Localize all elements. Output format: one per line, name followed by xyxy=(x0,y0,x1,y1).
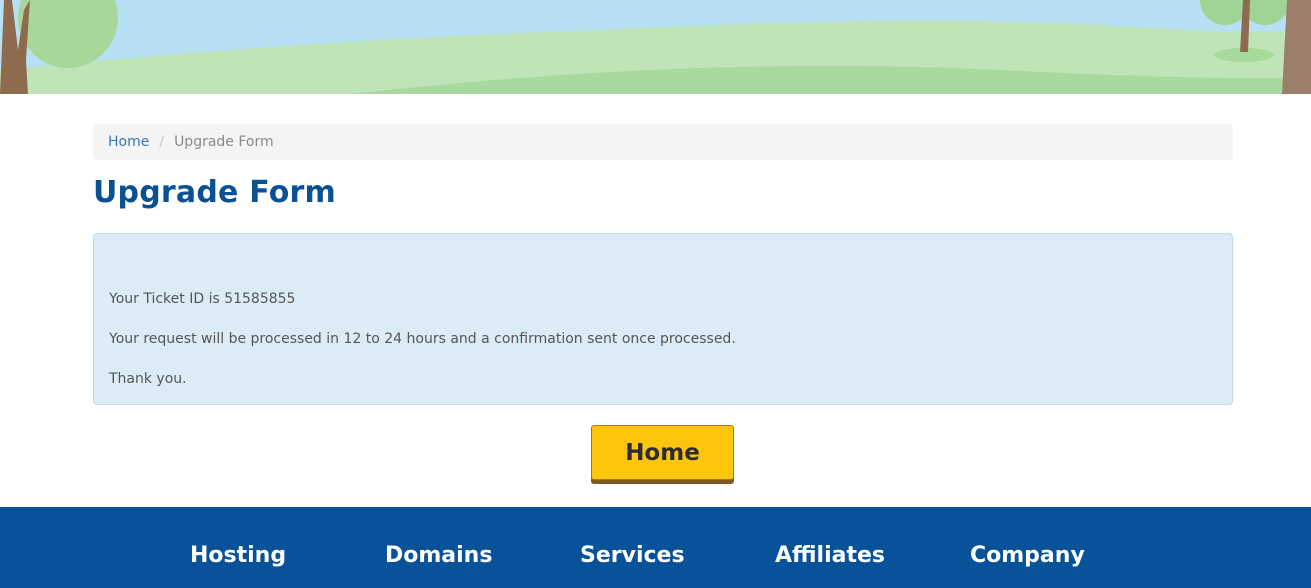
footer-nav: Hosting Domains Services Affiliates Comp… xyxy=(0,543,1311,573)
page-title: Upgrade Form xyxy=(93,175,336,210)
footer-nav-hosting[interactable]: Hosting xyxy=(190,543,286,568)
footer-nav-domains[interactable]: Domains xyxy=(385,543,492,568)
ticket-id-text: Your Ticket ID is 51585855 xyxy=(109,291,296,307)
breadcrumb-separator: / xyxy=(159,134,165,150)
footer-nav-affiliates[interactable]: Affiliates xyxy=(775,543,885,568)
confirmation-alert: Your Ticket ID is 51585855 Your request … xyxy=(93,233,1233,405)
hero-landscape-illustration xyxy=(0,0,1311,94)
processing-info-text: Your request will be processed in 12 to … xyxy=(109,331,736,347)
footer-nav-company[interactable]: Company xyxy=(970,543,1085,568)
hero-banner xyxy=(0,0,1311,94)
thank-you-text: Thank you. xyxy=(109,371,187,387)
footer-nav-services[interactable]: Services xyxy=(580,543,685,568)
breadcrumb-current: Upgrade Form xyxy=(174,134,274,150)
breadcrumb-home-link[interactable]: Home xyxy=(108,134,149,150)
home-button[interactable]: Home xyxy=(591,425,734,480)
breadcrumb: Home / Upgrade Form xyxy=(93,124,1233,160)
